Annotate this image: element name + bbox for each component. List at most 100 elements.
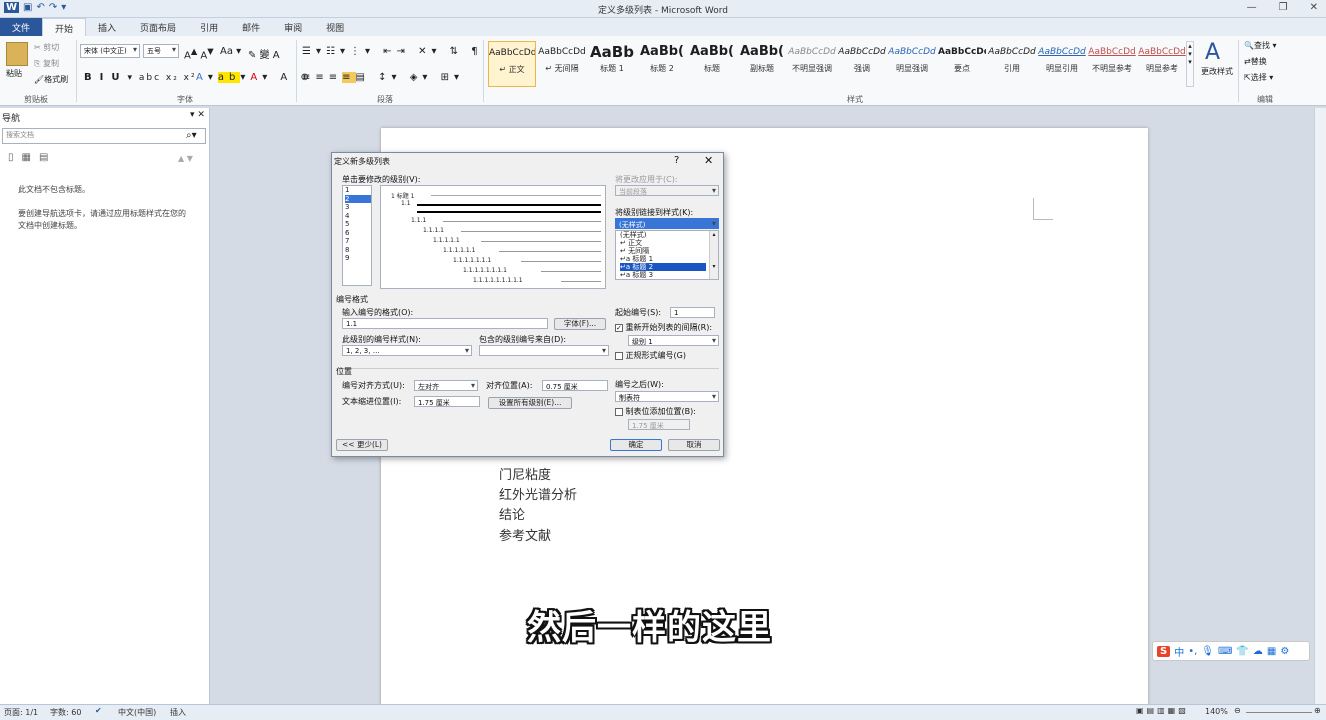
- less-button[interactable]: << 更少(L): [336, 439, 388, 451]
- level-item[interactable]: 9: [345, 254, 371, 263]
- paste-button[interactable]: 粘贴: [6, 68, 22, 79]
- level-item[interactable]: 4: [345, 212, 371, 221]
- grid-icon[interactable]: ▦: [1267, 646, 1276, 657]
- style-emphasis[interactable]: AaBbCcDd 强调: [838, 41, 886, 87]
- tab-page-layout[interactable]: 页面布局: [128, 18, 188, 36]
- paste-icon[interactable]: [6, 42, 28, 66]
- settings-icon[interactable]: ⚙: [1280, 646, 1289, 657]
- change-styles-icon[interactable]: A: [1205, 40, 1220, 65]
- ok-button[interactable]: 确定: [610, 439, 662, 451]
- dropdown-scrollbar[interactable]: ▴ ▾: [709, 231, 718, 279]
- ime-toolbar[interactable]: S 中 •, 🎙 ⌨ 👕 ☁ ▦ ⚙: [1152, 641, 1310, 661]
- tab-stop-checkbox-row[interactable]: 制表位添加位置(B):: [615, 406, 696, 417]
- restart-level-select[interactable]: 级别 1: [628, 335, 719, 346]
- select-button[interactable]: ⇱选择 ▾: [1244, 72, 1273, 83]
- style-heading-2[interactable]: AaBb(标题 2: [638, 41, 686, 87]
- level-item[interactable]: 7: [345, 237, 371, 246]
- font-button[interactable]: 字体(F)...: [554, 318, 606, 330]
- tab-file[interactable]: 文件: [0, 18, 43, 36]
- level-item[interactable]: 3: [345, 203, 371, 212]
- link-style-select[interactable]: (无样式): [615, 218, 719, 229]
- cancel-button[interactable]: 取消: [668, 439, 720, 451]
- alignment-select[interactable]: 左对齐: [414, 380, 478, 391]
- style-intense-reference[interactable]: AaBbCcDd 明显参考: [1138, 41, 1186, 87]
- level-item[interactable]: 1: [345, 186, 371, 195]
- style-intense-emphasis[interactable]: AaBbCcDd 明显强调: [888, 41, 936, 87]
- start-at-spinner[interactable]: 1: [670, 307, 715, 318]
- style-no-spacing[interactable]: AaBbCcDd ↵ 无间隔: [538, 41, 586, 87]
- style-option[interactable]: ↵ 正文: [620, 239, 718, 247]
- style-strong[interactable]: AaBbCcDd 要点: [938, 41, 986, 87]
- style-intense-quote[interactable]: AaBbCcDd 明显引用: [1038, 41, 1086, 87]
- cloud-icon[interactable]: ☁: [1253, 646, 1263, 657]
- style-quote[interactable]: AaBbCcDd 引用: [988, 41, 1036, 87]
- font-name-select[interactable]: 宋体 (中文正): [80, 44, 140, 58]
- vertical-scrollbar[interactable]: [1314, 108, 1326, 704]
- number-style-select[interactable]: 1, 2, 3, …: [342, 345, 472, 356]
- style-subtle-emphasis[interactable]: AaBbCcDd 不明显强调: [788, 41, 836, 87]
- nav-view-tabs[interactable]: ▯▦▤: [8, 152, 56, 163]
- style-option[interactable]: ↵ 无间隔: [620, 247, 718, 255]
- style-option[interactable]: ↵a 标题 1: [620, 255, 718, 263]
- style-heading-1[interactable]: AaBb 标题 1: [588, 41, 636, 87]
- minimize-button[interactable]: —: [1247, 2, 1257, 13]
- restart-checkbox[interactable]: ✓: [615, 323, 623, 332]
- skin-icon[interactable]: 👕: [1236, 646, 1248, 657]
- legal-checkbox[interactable]: [615, 351, 623, 360]
- microphone-icon[interactable]: 🎙: [1201, 646, 1214, 657]
- follow-number-select[interactable]: 制表符: [615, 391, 719, 402]
- style-subtitle[interactable]: AaBb(副标题: [738, 41, 786, 87]
- change-case-icon[interactable]: Aa ▾: [220, 46, 241, 57]
- level-list[interactable]: 1 2 3 4 5 6 7 8 9: [342, 185, 372, 286]
- help-button[interactable]: ?: [674, 155, 679, 166]
- styles-scroll[interactable]: ▴ ▾ ▾: [1186, 41, 1194, 87]
- view-buttons[interactable]: ▣▤▥▦▧: [1136, 706, 1189, 715]
- font-size-select[interactable]: 五号: [143, 44, 179, 58]
- indent-spinner[interactable]: 1.75 厘米: [414, 396, 480, 407]
- word-count[interactable]: 字数: 60: [50, 707, 81, 718]
- set-all-levels-button[interactable]: 设置所有级别(E)...: [488, 397, 572, 409]
- level-item[interactable]: 2: [345, 194, 371, 203]
- level-item[interactable]: 5: [345, 220, 371, 229]
- change-styles-button[interactable]: 更改样式: [1198, 66, 1236, 77]
- nav-arrows-icon[interactable]: ▲ ▼: [178, 154, 193, 163]
- tab-mailings[interactable]: 邮件: [230, 18, 272, 36]
- style-option[interactable]: (无样式): [620, 231, 718, 239]
- restart-checkbox-row[interactable]: ✓ 重新开始列表的间隔(R):: [615, 322, 712, 333]
- dialog-close-button[interactable]: ✕: [704, 154, 713, 167]
- tab-review[interactable]: 审阅: [272, 18, 314, 36]
- ime-mode[interactable]: 中: [1174, 644, 1184, 659]
- close-window-button[interactable]: ✕: [1310, 2, 1318, 13]
- zoom-out-icon[interactable]: ⊖: [1234, 706, 1241, 715]
- style-option[interactable]: ↵a 标题 3: [620, 271, 718, 279]
- link-style-dropdown[interactable]: (无样式) ↵ 正文 ↵ 无间隔 ↵a 标题 1 ↵a 标题 2 ↵a 标题 3…: [615, 230, 719, 280]
- aligned-at-spinner[interactable]: 0.75 厘米: [542, 380, 608, 391]
- tab-insert[interactable]: 插入: [86, 18, 128, 36]
- keyboard-icon[interactable]: ⌨: [1218, 646, 1232, 657]
- style-title[interactable]: AaBb(标题: [688, 41, 736, 87]
- replace-button[interactable]: ⇄替换: [1244, 56, 1267, 67]
- level-item[interactable]: 6: [345, 229, 371, 238]
- bold-italic-underline-icons[interactable]: BIU▾ abc x₂ x²: [84, 72, 197, 83]
- style-option-selected[interactable]: ↵a 标题 2: [620, 263, 706, 271]
- tab-references[interactable]: 引用: [188, 18, 230, 36]
- zoom-slider[interactable]: [1246, 712, 1312, 713]
- tab-stop-checkbox[interactable]: [615, 407, 623, 416]
- page-count[interactable]: 页面: 1/1: [4, 707, 38, 718]
- language-status[interactable]: 中文(中国): [118, 707, 156, 718]
- enter-format-input[interactable]: 1.1: [342, 318, 548, 329]
- proofing-icon[interactable]: ✔: [95, 706, 102, 715]
- tab-view[interactable]: 视图: [314, 18, 356, 36]
- style-subtle-reference[interactable]: AaBbCcDd 不明显参考: [1088, 41, 1136, 87]
- format-painter-button[interactable]: 🖌格式刷: [34, 74, 68, 85]
- zoom-level[interactable]: 140%: [1205, 707, 1228, 716]
- list-buttons[interactable]: ☰▾☷▾⋮▾ ⇤⇥ ✕▾ ⇅ ¶: [302, 46, 483, 57]
- cut-button[interactable]: ✂ 剪切: [34, 42, 59, 53]
- grow-font-icon[interactable]: A▲ A▼: [184, 46, 214, 61]
- zoom-in-icon[interactable]: ⊕: [1314, 706, 1321, 715]
- punctuation-icon[interactable]: •,: [1188, 646, 1197, 657]
- nav-close-icon[interactable]: ▾ ✕: [190, 110, 205, 120]
- clear-format-icon[interactable]: ✎ 變 A: [248, 46, 280, 61]
- style-normal[interactable]: AaBbCcDd ↵ 正文: [488, 41, 536, 87]
- restore-button[interactable]: ❐: [1279, 2, 1288, 13]
